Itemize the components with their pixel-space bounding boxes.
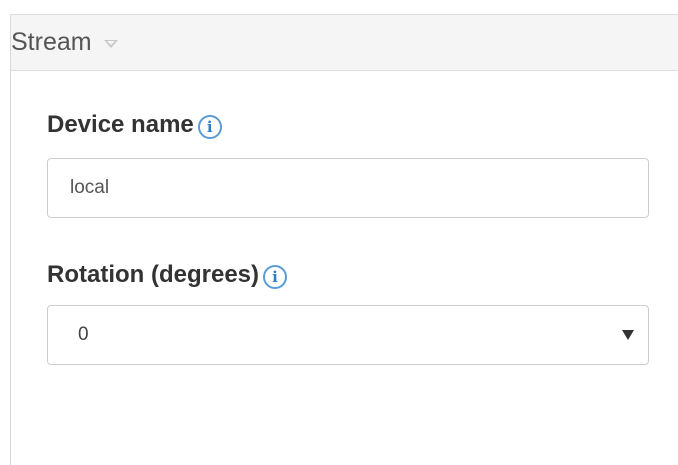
rotation-select[interactable]: 0 — [47, 305, 649, 365]
rotation-selected-value: 0 — [78, 324, 89, 345]
caret-down-icon[interactable] — [103, 39, 118, 48]
info-icon[interactable]: i — [263, 264, 288, 289]
rotation-label-row: Rotation (degrees) i — [47, 261, 288, 289]
device-name-label: Device name — [47, 111, 194, 138]
info-icon[interactable]: i — [197, 114, 222, 139]
stream-panel-header[interactable]: Stream — [11, 15, 678, 71]
stream-panel: Stream Device name i Rotation (degrees) … — [10, 14, 678, 465]
panel-title: Stream — [11, 28, 92, 56]
rotation-label: Rotation (degrees) — [47, 261, 260, 288]
device-name-label-row: Device name i — [47, 111, 222, 139]
device-name-input[interactable] — [47, 158, 649, 218]
dropdown-arrow-icon — [622, 330, 634, 340]
